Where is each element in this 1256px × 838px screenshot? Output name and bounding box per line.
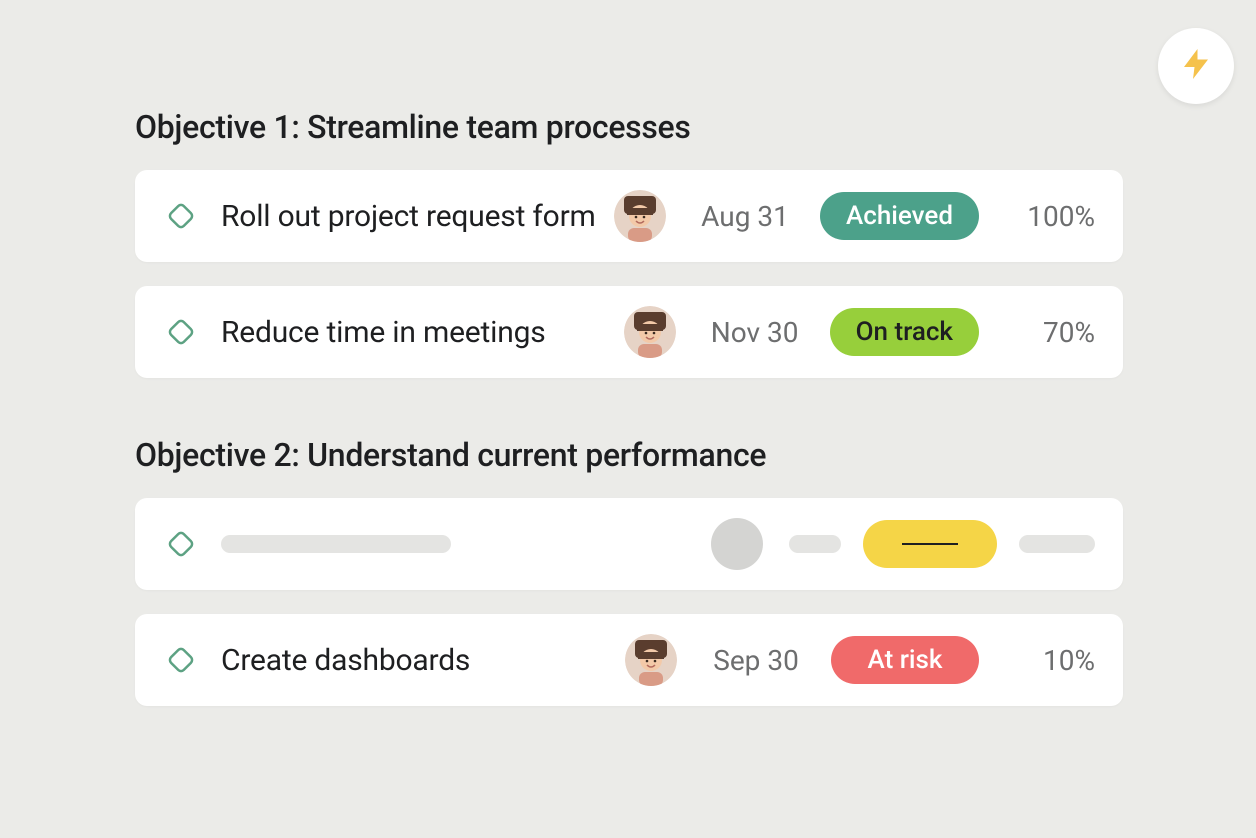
status-badge[interactable]: On track: [830, 308, 979, 356]
key-result-title: Reduce time in meetings: [221, 315, 614, 350]
due-date: Aug 31: [684, 200, 806, 233]
assignee-avatar[interactable]: [625, 634, 677, 686]
status-badge[interactable]: At risk: [831, 636, 979, 684]
diamond-icon: [163, 642, 199, 678]
automation-button[interactable]: [1158, 28, 1234, 104]
due-date: Sep 30: [695, 644, 817, 677]
key-result-row[interactable]: Reduce time in meetings Nov 30 On track …: [135, 286, 1123, 378]
diamond-icon: [163, 526, 199, 562]
key-result-row[interactable]: Roll out project request form Aug 31 Ach…: [135, 170, 1123, 262]
status-badge[interactable]: Achieved: [820, 192, 979, 240]
objective-group: Objective 1: Streamline team processes R…: [135, 108, 1123, 378]
key-result-title: Create dashboards: [221, 643, 615, 678]
placeholder-progress: [1019, 535, 1095, 553]
key-result-row[interactable]: Create dashboards Sep 30 At risk 10%: [135, 614, 1123, 706]
diamond-icon: [163, 314, 199, 350]
objectives-list: Objective 1: Streamline team processes R…: [135, 108, 1123, 730]
key-result-row-placeholder[interactable]: [135, 498, 1123, 590]
progress-value: 100%: [1001, 200, 1095, 233]
progress-value: 10%: [1001, 644, 1095, 677]
dash-icon: [902, 543, 958, 545]
diamond-icon: [163, 198, 199, 234]
lightning-icon: [1178, 46, 1214, 86]
placeholder-title: [221, 535, 701, 553]
objective-heading: Objective 1: Streamline team processes: [135, 108, 1123, 146]
objective-group: Objective 2: Understand current performa…: [135, 436, 1123, 706]
due-date: Nov 30: [694, 316, 816, 349]
placeholder-status-badge: [863, 520, 997, 568]
assignee-avatar[interactable]: [614, 190, 666, 242]
placeholder-date: [789, 535, 841, 553]
assignee-avatar[interactable]: [624, 306, 676, 358]
progress-value: 70%: [1001, 316, 1095, 349]
placeholder-avatar: [711, 518, 763, 570]
objective-heading: Objective 2: Understand current performa…: [135, 436, 1123, 474]
key-result-title: Roll out project request form: [221, 199, 604, 234]
